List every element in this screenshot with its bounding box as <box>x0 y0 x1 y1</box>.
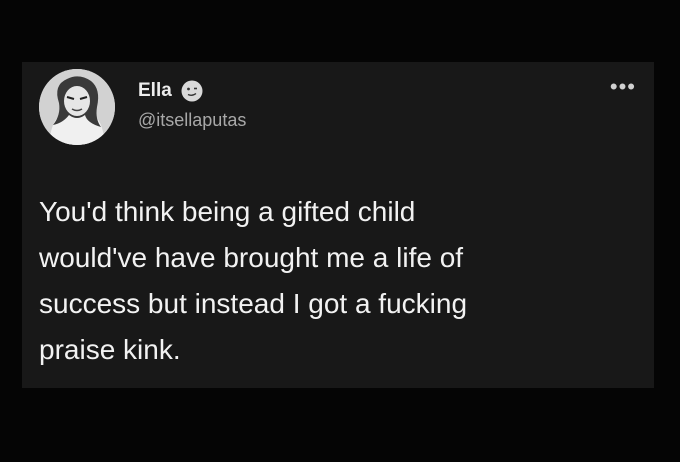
display-name[interactable]: Ella <box>138 80 172 102</box>
author-row: Ella <box>138 78 204 104</box>
username-handle[interactable]: @itsellaputas <box>138 110 246 131</box>
tweet-card: Ella @itsellaputas ••• You'd think being… <box>22 62 654 388</box>
tweet-text: You'd think being a gifted child would'v… <box>39 196 468 365</box>
avatar[interactable] <box>39 69 115 145</box>
more-horizontal-icon[interactable]: ••• <box>610 76 636 98</box>
face-emoji-icon <box>180 79 204 103</box>
